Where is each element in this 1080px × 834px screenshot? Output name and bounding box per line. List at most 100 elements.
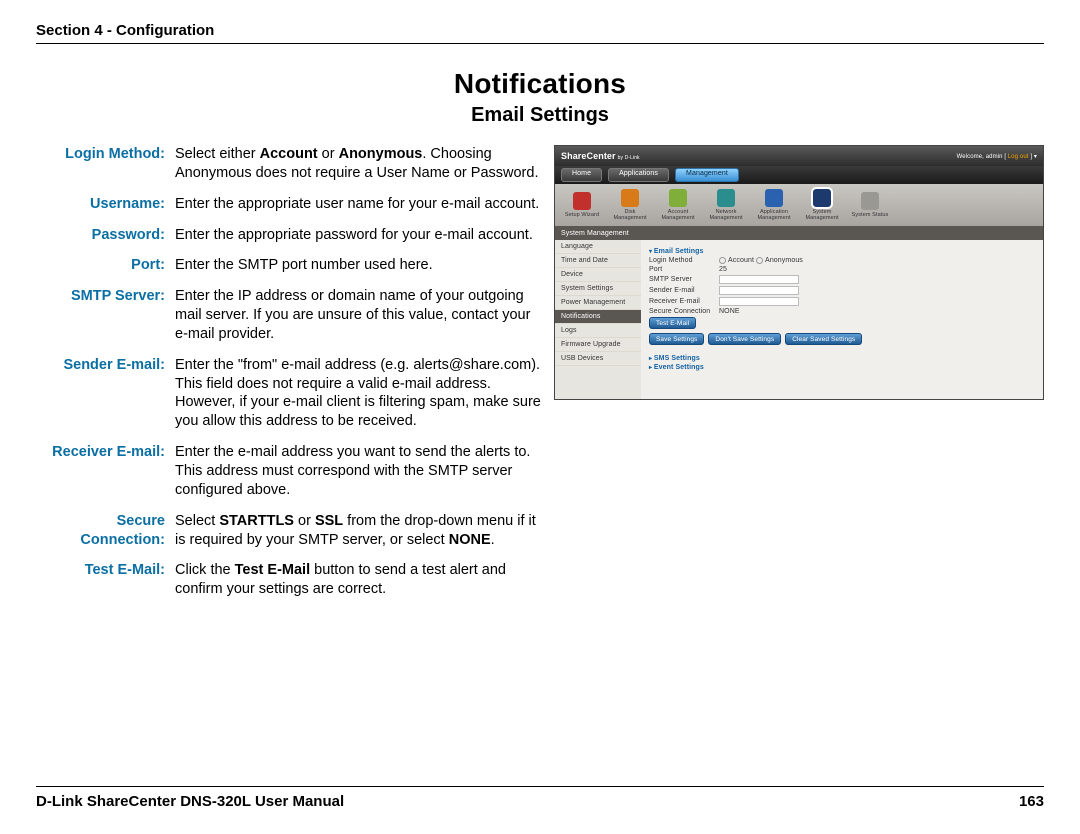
sidebar-item-logs[interactable]: Logs bbox=[555, 324, 641, 338]
def-desc: Enter the appropriate password for your … bbox=[169, 226, 542, 245]
sidebar-item-firmware-upgrade[interactable]: Firmware Upgrade bbox=[555, 338, 641, 352]
def-row-receiver: Receiver E-mail: Enter the e-mail addres… bbox=[36, 443, 542, 500]
icon-system-status[interactable]: System Status bbox=[849, 192, 891, 218]
network-icon bbox=[717, 189, 735, 207]
shot-sidebar: Language Time and Date Device System Set… bbox=[555, 240, 641, 400]
text: Click the bbox=[175, 562, 235, 578]
field-receiver: Receiver E-mail bbox=[649, 297, 1035, 306]
sidebar-item-power-management[interactable]: Power Management bbox=[555, 296, 641, 310]
secure-select[interactable]: NONE bbox=[719, 308, 740, 315]
def-desc: Enter the e-mail address you want to sen… bbox=[169, 443, 542, 500]
status-icon bbox=[861, 192, 879, 210]
def-row-password: Password: Enter the appropriate password… bbox=[36, 226, 542, 245]
tab-home[interactable]: Home bbox=[561, 168, 602, 182]
tab-management[interactable]: Management bbox=[675, 168, 739, 182]
def-label: Test E-Mail: bbox=[36, 561, 169, 599]
def-row-sender: Sender E-mail: Enter the "from" e-mail a… bbox=[36, 356, 542, 431]
section-sms-settings[interactable]: SMS Settings bbox=[649, 355, 1035, 362]
sharecenter-logo: ShareCenterby D-Link bbox=[561, 151, 640, 161]
embedded-screenshot: ShareCenterby D-Link Welcome, admin [ Lo… bbox=[554, 145, 1044, 400]
icon-label: Disk Management bbox=[613, 209, 646, 221]
logout-link[interactable]: Log out bbox=[1008, 154, 1029, 160]
bold-text: Anonymous bbox=[339, 146, 423, 162]
def-desc: Select either Account or Anonymous. Choo… bbox=[169, 145, 542, 183]
def-label: SMTP Server: bbox=[36, 287, 169, 344]
icon-disk-management[interactable]: Disk Management bbox=[609, 189, 651, 221]
page-subtitle: Email Settings bbox=[36, 104, 1044, 127]
def-label: Username: bbox=[36, 195, 169, 214]
def-label: Password: bbox=[36, 226, 169, 245]
icon-label: Account Management bbox=[661, 209, 694, 221]
text: Secure bbox=[117, 513, 165, 529]
text: or bbox=[318, 146, 339, 162]
sidebar-item-usb-devices[interactable]: USB Devices bbox=[555, 352, 641, 366]
wizard-icon bbox=[573, 192, 591, 210]
def-label: Secure Connection: bbox=[36, 512, 169, 550]
sidebar-item-notifications[interactable]: Notifications bbox=[555, 310, 641, 324]
radio-account[interactable] bbox=[719, 257, 726, 264]
field-label: SMTP Server bbox=[649, 276, 719, 283]
def-label: Receiver E-mail: bbox=[36, 443, 169, 500]
radio-anonymous[interactable] bbox=[756, 257, 763, 264]
app-icon bbox=[765, 189, 783, 207]
disk-icon bbox=[621, 189, 639, 207]
section-event-settings[interactable]: Event Settings bbox=[649, 364, 1035, 371]
page-number: 163 bbox=[1019, 793, 1044, 810]
icon-label: Setup Wizard bbox=[565, 212, 599, 218]
text: ] ▾ bbox=[1029, 154, 1037, 160]
def-row-port: Port: Enter the SMTP port number used he… bbox=[36, 256, 542, 275]
def-desc: Enter the IP address or domain name of y… bbox=[169, 287, 542, 344]
bold-text: Account bbox=[260, 146, 318, 162]
sidebar-item-time-date[interactable]: Time and Date bbox=[555, 254, 641, 268]
bold-text: STARTTLS bbox=[219, 513, 294, 529]
receiver-input[interactable] bbox=[719, 297, 799, 306]
section-email-settings[interactable]: Email Settings bbox=[649, 248, 1035, 255]
icon-setup-wizard[interactable]: Setup Wizard bbox=[561, 192, 603, 218]
sidebar-item-system-settings[interactable]: System Settings bbox=[555, 282, 641, 296]
icon-account-management[interactable]: Account Management bbox=[657, 189, 699, 221]
icon-application-management[interactable]: Application Management bbox=[753, 189, 795, 221]
field-secure: Secure ConnectionNONE bbox=[649, 308, 1035, 315]
field-label: Port bbox=[649, 266, 719, 273]
system-icon bbox=[813, 189, 831, 207]
panel-header: System Management bbox=[555, 226, 1043, 240]
text: ShareCenter bbox=[561, 151, 616, 161]
field-label: Receiver E-mail bbox=[649, 298, 719, 305]
field-sender: Sender E-mail bbox=[649, 286, 1035, 295]
bold-text: Test E-Mail bbox=[235, 562, 310, 578]
icon-system-management[interactable]: System Management bbox=[801, 189, 843, 221]
shot-header: ShareCenterby D-Link Welcome, admin [ Lo… bbox=[555, 146, 1043, 166]
smtp-input[interactable] bbox=[719, 275, 799, 284]
divider-top bbox=[36, 43, 1044, 44]
def-desc: Enter the "from" e-mail address (e.g. al… bbox=[169, 356, 542, 431]
icon-network-management[interactable]: Network Management bbox=[705, 189, 747, 221]
def-row-test: Test E-Mail: Click the Test E-Mail butto… bbox=[36, 561, 542, 599]
save-settings-button[interactable]: Save Settings bbox=[649, 333, 704, 345]
text: or bbox=[294, 513, 315, 529]
sender-input[interactable] bbox=[719, 286, 799, 295]
field-label: Sender E-mail bbox=[649, 287, 719, 294]
def-label: Sender E-mail: bbox=[36, 356, 169, 431]
tab-applications[interactable]: Applications bbox=[608, 168, 669, 182]
manual-title: D-Link ShareCenter DNS-320L User Manual bbox=[36, 793, 344, 810]
radio-label: Account bbox=[728, 257, 754, 264]
clear-saved-settings-button[interactable]: Clear Saved Settings bbox=[785, 333, 862, 345]
field-login-method: Login Method Account Anonymous bbox=[649, 257, 1035, 264]
bold-text: NONE bbox=[449, 532, 491, 548]
divider-bottom bbox=[36, 786, 1044, 787]
sidebar-item-device[interactable]: Device bbox=[555, 268, 641, 282]
test-email-button[interactable]: Test E-Mail bbox=[649, 317, 696, 329]
page-title: Notifications bbox=[36, 68, 1044, 100]
def-desc: Enter the SMTP port number used here. bbox=[169, 256, 542, 275]
def-row-smtp: SMTP Server: Enter the IP address or dom… bbox=[36, 287, 542, 344]
icon-label: Application Management bbox=[757, 209, 790, 221]
def-label: Login Method: bbox=[36, 145, 169, 183]
text: Connection: bbox=[80, 532, 165, 548]
field-label: Secure Connection bbox=[649, 308, 719, 315]
text: by D-Link bbox=[618, 155, 640, 161]
sidebar-item-language[interactable]: Language bbox=[555, 240, 641, 254]
field-label: Login Method bbox=[649, 257, 719, 264]
dont-save-settings-button[interactable]: Don't Save Settings bbox=[708, 333, 781, 345]
field-port: Port25 bbox=[649, 266, 1035, 273]
text: . bbox=[491, 532, 495, 548]
